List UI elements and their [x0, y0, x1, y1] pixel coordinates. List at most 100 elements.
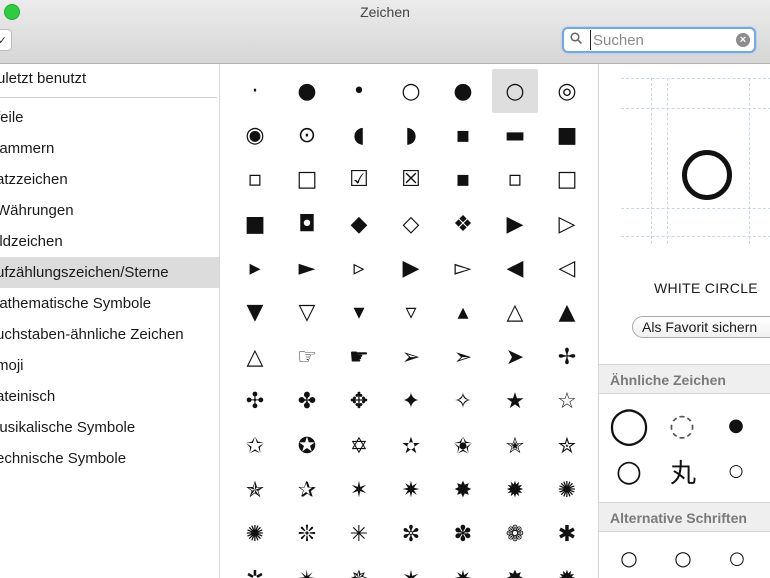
character-cell[interactable]: ►: [281, 247, 333, 291]
character-cell[interactable]: ▫: [489, 158, 541, 202]
character-cell[interactable]: ✬: [437, 424, 489, 468]
similar-glyph[interactable]: ○: [610, 452, 648, 490]
character-cell[interactable]: ✶: [385, 557, 437, 578]
character-cell[interactable]: ✦: [385, 380, 437, 424]
character-cell[interactable]: ▴: [437, 291, 489, 335]
character-cell[interactable]: ▾: [333, 291, 385, 335]
character-cell[interactable]: ✩: [229, 424, 281, 468]
character-cell[interactable]: ➣: [437, 335, 489, 379]
similar-glyph[interactable]: 丸: [666, 454, 700, 489]
character-cell[interactable]: ✷: [385, 469, 437, 513]
character-cell[interactable]: ◆: [333, 202, 385, 246]
character-cell[interactable]: ▷: [541, 202, 593, 246]
character-cell[interactable]: ✴: [281, 557, 333, 578]
character-cell[interactable]: ▪: [437, 158, 489, 202]
sidebar-category-item[interactable]: echnische Symbole: [0, 443, 219, 474]
character-cell[interactable]: ⊙: [281, 113, 333, 157]
character-cell[interactable]: ✺: [541, 469, 593, 513]
similar-glyph[interactable]: ●: [725, 414, 747, 436]
character-cell[interactable]: ●: [437, 69, 489, 113]
character-cell[interactable]: ❁: [489, 513, 541, 557]
add-favorite-button[interactable]: Als Favorit sichern: [632, 316, 770, 338]
sidebar-category-item[interactable]: moji: [0, 350, 219, 381]
character-cell[interactable]: ✹: [489, 469, 541, 513]
character-cell[interactable]: ▻: [437, 247, 489, 291]
character-cell[interactable]: ▹: [333, 247, 385, 291]
character-cell[interactable]: ☛: [333, 335, 385, 379]
character-cell[interactable]: ◀: [489, 247, 541, 291]
character-cell[interactable]: ○: [385, 69, 437, 113]
character-cell[interactable]: ✸: [489, 557, 541, 578]
search-field[interactable]: ×: [562, 27, 756, 53]
character-cell[interactable]: ☞: [281, 335, 333, 379]
character-cell[interactable]: ◖: [333, 113, 385, 157]
character-cell[interactable]: ▿: [385, 291, 437, 335]
sidebar-item-recent[interactable]: uletzt benutzt: [0, 64, 217, 98]
character-cell[interactable]: ▬: [489, 113, 541, 157]
character-cell[interactable]: △: [229, 335, 281, 379]
sidebar-category-item[interactable]: Währungen: [0, 195, 219, 226]
character-cell[interactable]: ✸: [437, 469, 489, 513]
character-cell[interactable]: ➤: [489, 335, 541, 379]
character-cell[interactable]: ❊: [281, 513, 333, 557]
character-cell[interactable]: ✤: [281, 380, 333, 424]
character-cell[interactable]: ✼: [385, 513, 437, 557]
character-cell[interactable]: ✳: [333, 513, 385, 557]
similar-glyph[interactable]: ○: [725, 460, 747, 482]
sidebar-category-item[interactable]: feile: [0, 102, 219, 133]
character-cell[interactable]: ✢: [541, 335, 593, 379]
character-cell[interactable]: ▶: [489, 202, 541, 246]
alternative-font-glyph[interactable]: ○: [725, 546, 749, 570]
character-cell[interactable]: •: [333, 69, 385, 113]
character-cell[interactable]: ◁: [541, 247, 593, 291]
character-cell[interactable]: □: [541, 158, 593, 202]
sidebar-category-item[interactable]: ateinisch: [0, 381, 219, 412]
similar-glyph[interactable]: ◌: [665, 408, 699, 443]
character-cell[interactable]: ☑: [333, 158, 385, 202]
character-cell[interactable]: ✶: [333, 469, 385, 513]
character-cell[interactable]: ✭: [489, 424, 541, 468]
sidebar-category-item[interactable]: ildzeichen: [0, 226, 219, 257]
character-cell[interactable]: ▽: [281, 291, 333, 335]
character-cell[interactable]: ✵: [333, 557, 385, 578]
character-cell[interactable]: ✹: [541, 557, 593, 578]
character-cell[interactable]: ·: [229, 69, 281, 113]
character-cell[interactable]: ▫: [229, 158, 281, 202]
sidebar-category-item[interactable]: lathematische Symbole: [0, 288, 219, 319]
alternative-font-glyph[interactable]: ○: [617, 546, 641, 570]
character-cell[interactable]: ✱: [541, 513, 593, 557]
character-cell[interactable]: ▶: [385, 247, 437, 291]
character-cell[interactable]: ✪: [281, 424, 333, 468]
view-options-dropdown[interactable]: ✓: [0, 29, 12, 51]
character-cell[interactable]: ✺: [229, 513, 281, 557]
character-cell[interactable]: ✷: [437, 557, 489, 578]
character-cell[interactable]: ✯: [229, 469, 281, 513]
alternative-font-glyph[interactable]: ○: [671, 546, 695, 570]
sidebar-category-item[interactable]: atzzeichen: [0, 164, 219, 195]
character-cell[interactable]: ✥: [333, 380, 385, 424]
character-cell[interactable]: ◇: [385, 202, 437, 246]
similar-glyph[interactable]: ◯: [609, 405, 649, 446]
character-cell[interactable]: ✽: [437, 513, 489, 557]
character-cell[interactable]: ○: [492, 69, 538, 113]
character-cell[interactable]: ◉: [229, 113, 281, 157]
character-cell[interactable]: ✲: [229, 557, 281, 578]
character-cell[interactable]: ❖: [437, 202, 489, 246]
character-cell[interactable]: □: [281, 158, 333, 202]
clear-search-icon[interactable]: ×: [736, 33, 750, 47]
character-cell[interactable]: ✡: [333, 424, 385, 468]
character-cell[interactable]: ▸: [229, 247, 281, 291]
character-cell[interactable]: ✮: [541, 424, 593, 468]
character-cell[interactable]: ◗: [385, 113, 437, 157]
character-cell[interactable]: ☆: [541, 380, 593, 424]
character-cell[interactable]: ▪: [437, 113, 489, 157]
character-cell[interactable]: ✰: [281, 469, 333, 513]
sidebar-category-item[interactable]: lusikalische Symbole: [0, 412, 219, 443]
sidebar-category-item[interactable]: lammern: [0, 133, 219, 164]
character-cell[interactable]: ◎: [541, 69, 593, 113]
search-input[interactable]: [590, 30, 733, 50]
character-cell[interactable]: ■: [541, 113, 593, 157]
character-cell[interactable]: ✫: [385, 424, 437, 468]
character-cell[interactable]: ★: [489, 380, 541, 424]
character-cell[interactable]: △: [489, 291, 541, 335]
